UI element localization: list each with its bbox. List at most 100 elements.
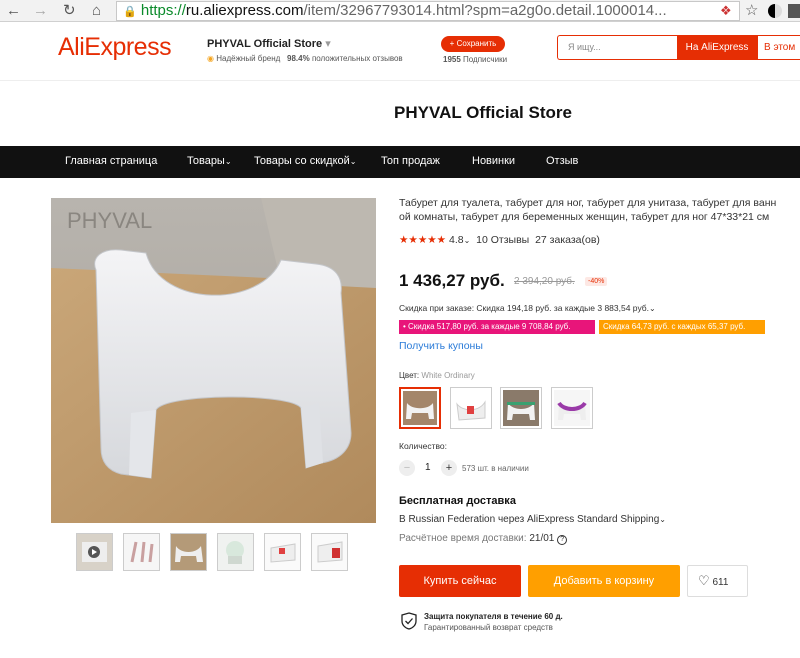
chevron-down-icon: ⌄ xyxy=(649,304,656,313)
thumb-video-icon xyxy=(77,534,112,570)
add-to-cart-button[interactable]: Добавить в корзину xyxy=(528,565,680,597)
coupon-store[interactable]: • Скидка 517,80 руб. за каждые 9 708,84 … xyxy=(399,320,595,334)
wishlist-button[interactable]: ♡ 611 xyxy=(687,565,748,597)
thumbnail-3[interactable] xyxy=(170,533,207,571)
store-title: PHYVAL Official Store xyxy=(394,103,572,122)
thumb-image xyxy=(171,534,206,570)
positive-label: положительных отзывов xyxy=(311,54,403,63)
thumbnail-1[interactable] xyxy=(76,533,113,571)
bookmark-star-icon[interactable]: ☆ xyxy=(745,1,758,21)
chevron-down-icon: ▾ xyxy=(325,38,331,50)
get-coupons-link[interactable]: Получить купоны xyxy=(399,340,483,352)
coupon-aliexpress[interactable]: Скидка 64,73 руб. с каждых 65,37 руб. xyxy=(599,320,765,334)
nav-products[interactable]: Товары⌄ xyxy=(187,155,232,167)
thumb-image xyxy=(312,534,347,570)
wishlist-count: 611 xyxy=(712,577,729,588)
nav-new[interactable]: Новинки xyxy=(472,155,515,167)
subscribers: 1955 Подписчики xyxy=(443,55,507,64)
search-aliexpress-button[interactable]: На AliExpress xyxy=(677,35,757,60)
trusted-brand-icon: ◉ xyxy=(207,54,214,63)
nav-top-sales[interactable]: Топ продаж xyxy=(381,155,440,167)
chevron-down-icon: ⌄ xyxy=(224,157,232,166)
thumb-image xyxy=(124,534,159,570)
positive-pct: 98.4% xyxy=(287,54,310,63)
heart-icon: ♡ xyxy=(698,573,710,588)
discount-badge: -40% xyxy=(585,277,608,286)
chevron-down-icon: ⌄ xyxy=(659,515,666,524)
thumbnail-5[interactable] xyxy=(264,533,301,571)
shipping-method[interactable]: В Russian Federation через AliExpress St… xyxy=(399,514,666,525)
swatch-image xyxy=(503,390,539,426)
subscribers-label: Подписчики xyxy=(463,55,508,64)
current-price: 1 436,27 руб. xyxy=(399,271,505,290)
quantity-decrease-button[interactable]: − xyxy=(399,460,415,476)
store-name-header[interactable]: PHYVAL Official Store ▾ xyxy=(207,37,331,50)
url-domain: ru.aliexpress.com xyxy=(185,2,304,19)
chevron-down-icon[interactable]: ⌄ xyxy=(464,236,471,245)
address-bar[interactable]: 🔒 https://ru.aliexpress.com/item/3296779… xyxy=(116,1,740,21)
reviews-link[interactable]: 10 Отзывы xyxy=(476,234,529,246)
delivery-estimate: Расчётное время доставки: 21/01 ? xyxy=(399,533,568,545)
url-path: /item/32967793014.html?spm=a2g0o.detail.… xyxy=(303,2,667,19)
reload-icon[interactable]: ↻ xyxy=(63,1,76,21)
search-store-button[interactable]: В этом xyxy=(757,35,800,60)
color-value: White Ordinary xyxy=(421,371,475,380)
shield-icon xyxy=(401,612,417,635)
extension3-icon[interactable] xyxy=(788,4,800,18)
follow-store-button[interactable]: + Сохранить xyxy=(441,36,505,52)
help-icon[interactable]: ? xyxy=(557,535,568,545)
rating-value: 4.8 xyxy=(449,234,464,246)
orders-count: 27 заказа(ов) xyxy=(535,234,600,246)
thumbnail-4[interactable] xyxy=(217,533,254,571)
back-icon[interactable]: ← xyxy=(6,1,21,21)
buyer-protection-title: Защита покупателя в течение 60 д. xyxy=(424,612,563,621)
rating-row: ★★★★★ 4.8⌄ 10 Отзывы 27 заказа(ов) xyxy=(399,234,600,246)
buy-now-button[interactable]: Купить сейчас xyxy=(399,565,521,597)
header-divider xyxy=(0,80,800,81)
delivery-date: 21/01 xyxy=(529,533,555,544)
shipping-method-text: В Russian Federation через AliExpress St… xyxy=(399,514,660,525)
color-label-text: Цвет: xyxy=(399,371,420,380)
nav-home[interactable]: Главная страница xyxy=(65,155,157,167)
chevron-down-icon: ⌄ xyxy=(349,157,357,166)
extension-icon[interactable]: ❖ xyxy=(720,3,732,19)
color-swatch-4[interactable] xyxy=(551,387,593,429)
subscribers-count: 1955 xyxy=(443,55,461,64)
product-title-line-1: Табурет для туалета, табурет для ног, та… xyxy=(399,197,777,209)
home-icon[interactable]: ⌂ xyxy=(92,1,101,21)
stool-photo: PHYVAL xyxy=(51,198,376,523)
trusted-brand-label: Надёжный бренд xyxy=(216,54,281,63)
color-swatch-2[interactable] xyxy=(450,387,492,429)
bulk-discount-text: Скидка при заказе: Скидка 194,18 руб. за… xyxy=(399,303,650,313)
bulk-discount[interactable]: Скидка при заказе: Скидка 194,18 руб. за… xyxy=(399,303,656,313)
lock-icon: 🔒 xyxy=(123,6,137,18)
store-trust-line: ◉ Надёжный бренд 98.4% положительных отз… xyxy=(207,54,403,63)
product-title: Табурет для туалета, табурет для ног, та… xyxy=(399,196,799,224)
aliexpress-logo[interactable]: AliExpress xyxy=(58,33,172,62)
swatch-image xyxy=(554,390,590,426)
buyer-protection-subtitle: Гарантированный возврат средств xyxy=(424,623,553,632)
forward-icon[interactable]: → xyxy=(33,1,48,21)
color-label: Цвет: White Ordinary xyxy=(399,371,475,380)
thumbnail-6[interactable] xyxy=(311,533,348,571)
original-price: 2 394,20 руб. xyxy=(514,276,575,287)
product-main-image[interactable]: PHYVAL xyxy=(51,198,376,523)
quantity-increase-button[interactable]: + xyxy=(441,460,457,476)
delivery-label: Расчётное время доставки: xyxy=(399,533,527,544)
nav-products-label: Товары xyxy=(187,155,225,167)
color-swatch-3[interactable] xyxy=(500,387,542,429)
watermark-text: PHYVAL xyxy=(67,208,152,233)
nav-discounts-label: Товары со скидкой xyxy=(254,155,350,167)
nav-reviews[interactable]: Отзыв xyxy=(546,155,578,167)
extension2-icon[interactable] xyxy=(768,4,782,18)
search-input[interactable]: Я ищу... xyxy=(557,35,677,60)
store-name-text: PHYVAL Official Store xyxy=(207,38,323,50)
stock-available: 573 шт. в наличии xyxy=(462,464,529,473)
thumbnail-2[interactable] xyxy=(123,533,160,571)
product-title-line-2: ой комнаты, табурет для беременных женщи… xyxy=(399,211,770,223)
star-icon: ★★★★★ xyxy=(399,234,447,246)
color-swatch-1[interactable] xyxy=(399,387,441,429)
quantity-value[interactable]: 1 xyxy=(425,462,431,473)
nav-discounts[interactable]: Товары со скидкой⌄ xyxy=(254,155,356,167)
swatch-image xyxy=(403,391,437,425)
